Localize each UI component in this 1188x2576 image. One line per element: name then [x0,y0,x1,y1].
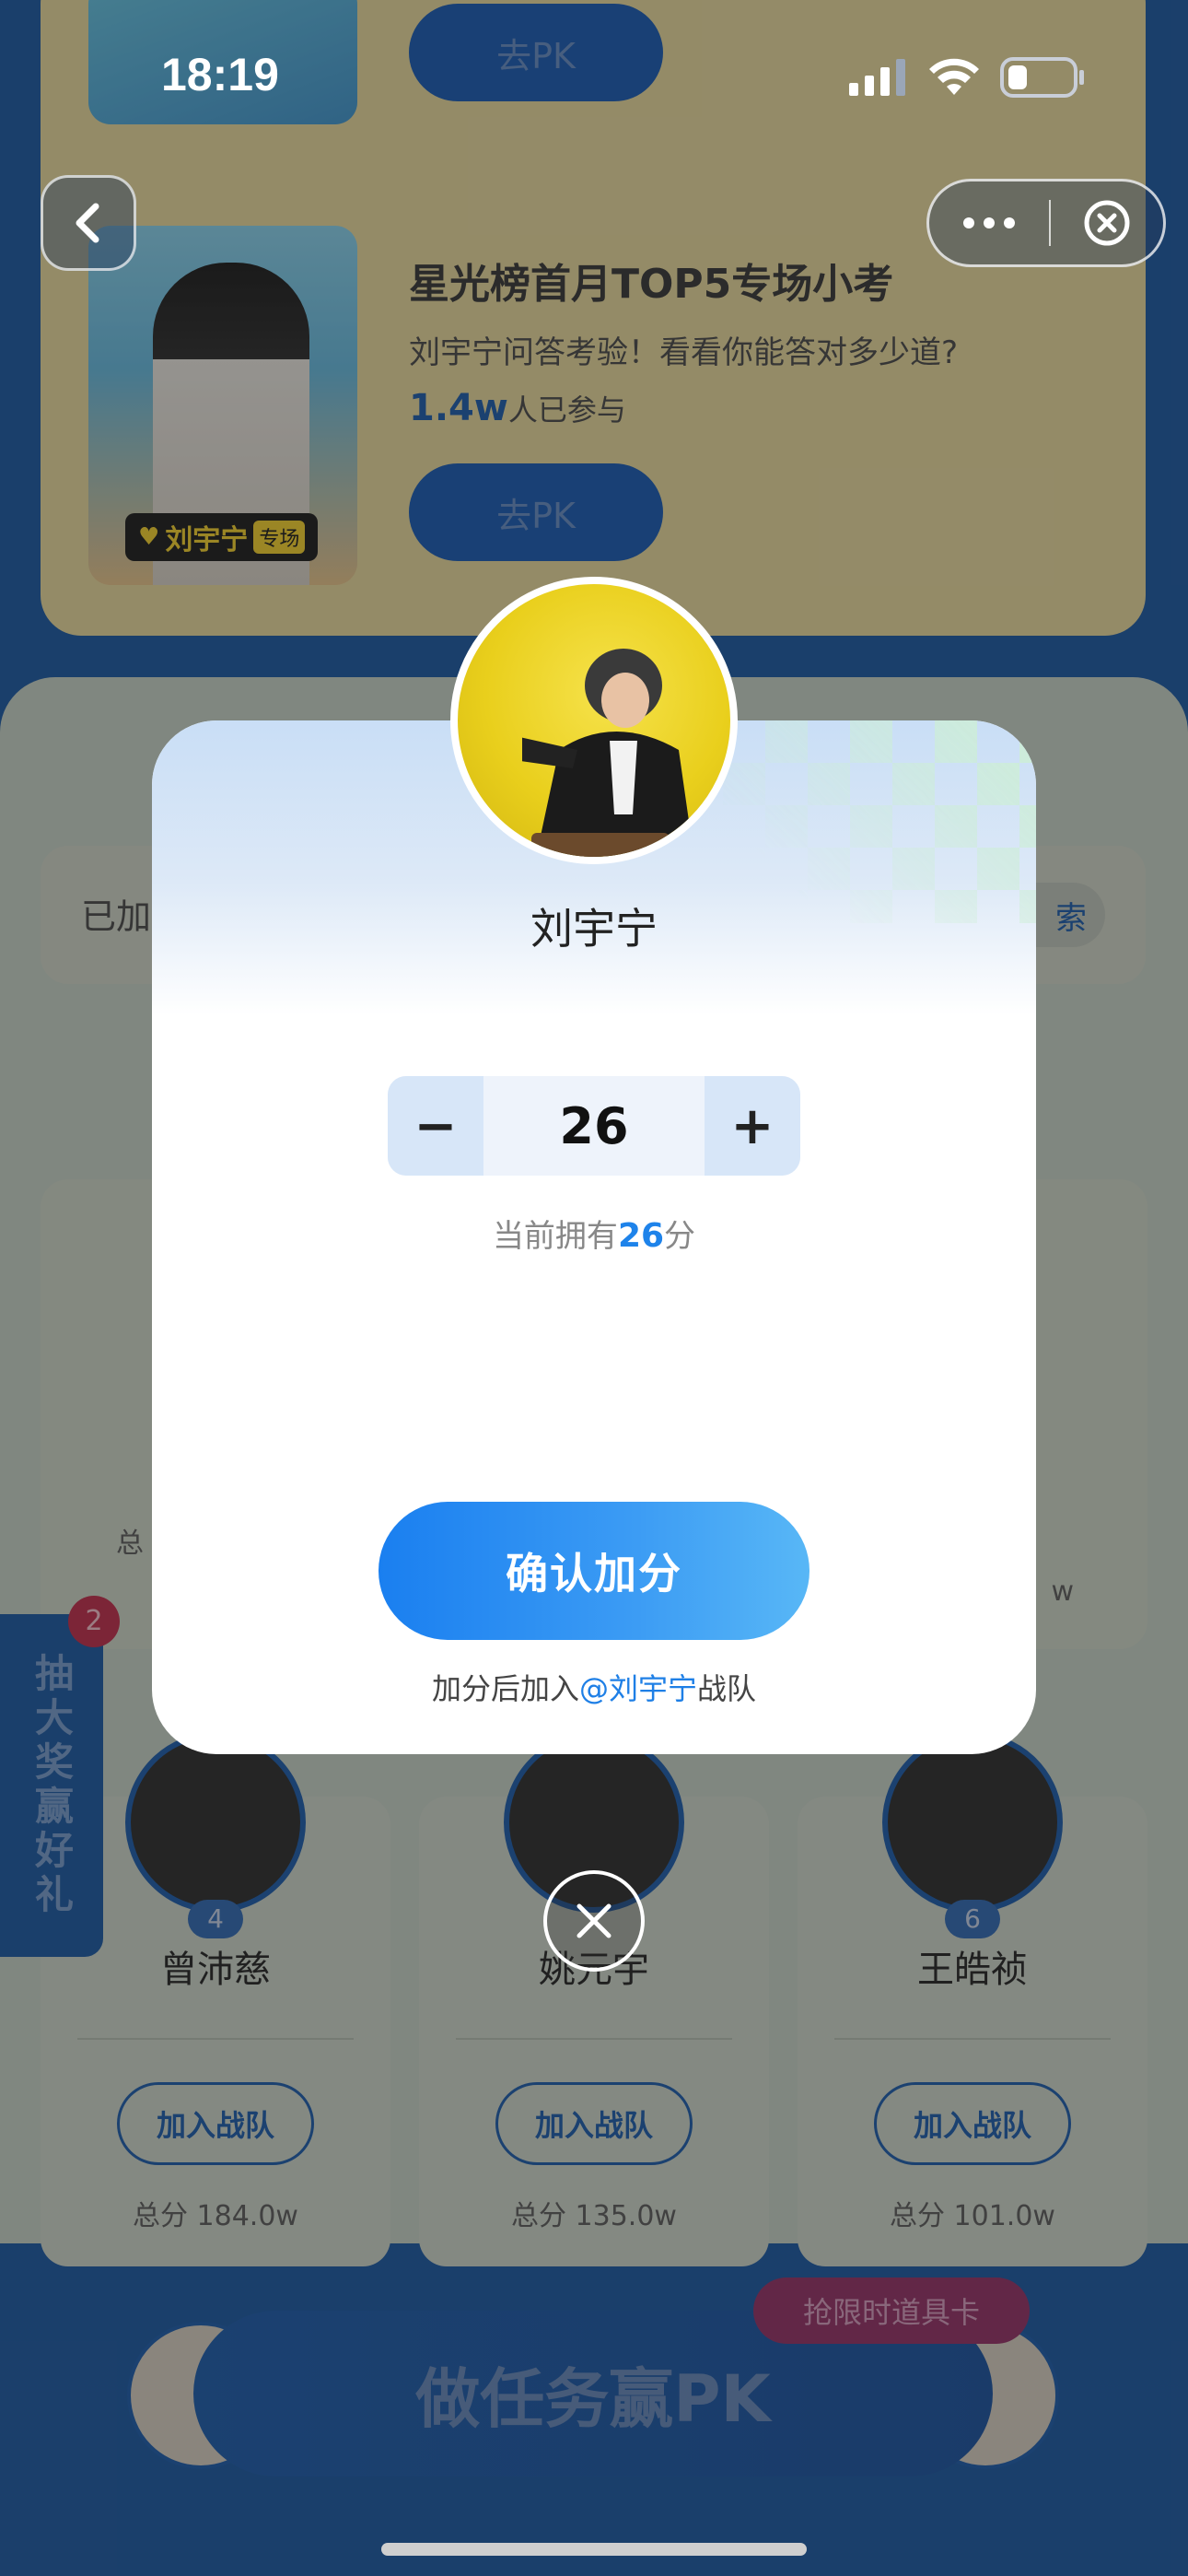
mini-program-capsule [926,179,1166,267]
signal-icon [849,59,905,96]
battery-icon [1000,57,1084,98]
score-stepper: − 26 + [388,1076,800,1176]
status-icons [849,57,1085,98]
decrement-button[interactable]: − [388,1076,483,1176]
owned-points: 当前拥有26分 [152,1211,1036,1256]
chevron-left-icon [76,203,99,243]
more-button[interactable] [929,181,1049,264]
close-dialog-button[interactable] [543,1870,645,1972]
owned-prefix: 当前拥有 [492,1218,618,1255]
owned-suffix: 分 [664,1218,696,1255]
note-prefix: 加分后加入 [431,1671,579,1706]
back-button[interactable] [41,175,136,271]
wifi-icon [929,58,979,95]
confirm-add-score-button[interactable]: 确认加分 [379,1502,809,1640]
score-value[interactable]: 26 [483,1076,705,1176]
close-icon [577,1903,611,1938]
join-note: 加分后加入@刘宇宁战队 [152,1666,1036,1708]
owned-value: 26 [617,1217,665,1255]
add-score-dialog: 刘宇宁 − 26 + 当前拥有26分 确认加分 加分后加入@刘宇宁战队 [152,720,1036,1754]
artist-avatar [450,577,738,864]
close-circle-icon [1084,200,1130,246]
note-suffix: 战队 [697,1671,757,1706]
exit-button[interactable] [1051,181,1163,264]
home-indicator [381,2543,807,2556]
artist-photo [522,649,694,857]
status-time: 18:19 [161,49,279,100]
dialog-decoration [723,720,1036,923]
increment-button[interactable]: + [705,1076,800,1176]
team-mention[interactable]: @刘宇宁 [579,1671,697,1706]
artist-name: 刘宇宁 [530,904,658,954]
